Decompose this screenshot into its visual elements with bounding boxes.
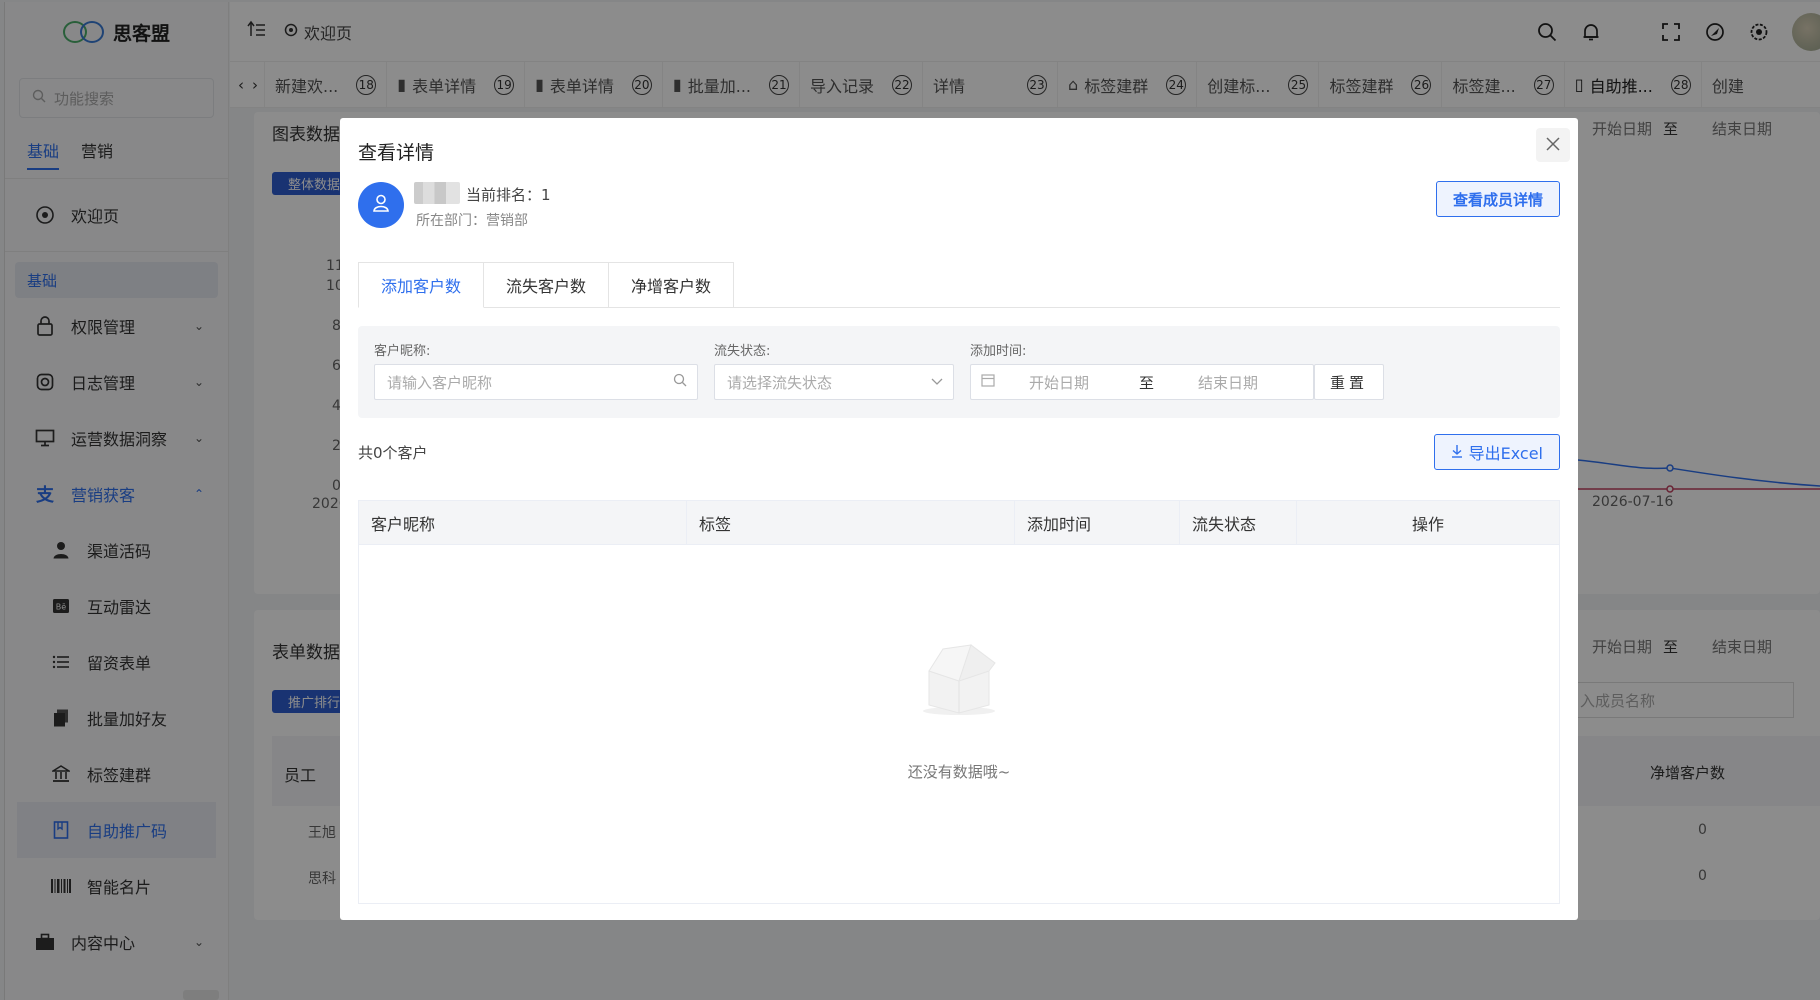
column-actions: 操作 [1411,514,1444,534]
date-separator: 至 [1139,373,1155,392]
department: 所在部门：营销部 [416,213,528,229]
download-icon [1451,443,1463,462]
column-add-time: 添加时间 [1015,501,1180,544]
nickname-label: 客户昵称: [374,344,431,359]
member-name-redacted [414,182,460,204]
column-nickname: 客户昵称 [359,501,687,544]
close-button[interactable] [1536,128,1570,162]
column-tags: 标签 [687,501,1015,544]
start-date[interactable]: 开始日期 [1029,372,1089,393]
modal-title: 查看详情 [358,142,435,164]
add-time-range-picker[interactable]: 开始日期 至 结束日期 [970,364,1314,400]
tab-lost-customers[interactable]: 流失客户数 [484,262,610,308]
tab-net-customers[interactable]: 净增客户数 [609,262,735,308]
view-member-details-button[interactable]: 查看成员详情 [1435,181,1560,217]
status-placeholder: 请选择流失状态 [727,373,833,392]
table-header: 客户昵称 标签 添加时间 流失状态 操作 [359,501,1559,545]
export-label: 导出Excel [1468,444,1543,463]
empty-state: 还没有数据哦~ [359,641,1559,782]
search-icon [673,373,687,391]
reset-button[interactable]: 重置 [1314,364,1384,400]
empty-text: 还没有数据哦~ [907,763,1011,781]
modal-tabs: 添加客户数 流失客户数 净增客户数 [358,262,1560,308]
chevron-down-icon [931,374,943,390]
end-date[interactable]: 结束日期 [1198,372,1258,393]
customer-nickname-input[interactable]: 请输入客户昵称 [374,364,698,400]
detail-modal: 查看详情 当前排名：1 所在部门：营销部 查看成员详情 添加客户数 流失客户数 … [340,118,1578,920]
nickname-placeholder: 请输入客户昵称 [387,373,493,392]
current-rank: 当前排名：1 [466,186,551,204]
close-icon [1546,135,1560,156]
user-icon [371,193,391,217]
status-label: 流失状态: [714,344,771,359]
empty-box-icon [917,641,1001,721]
tab-added-customers[interactable]: 添加客户数 [358,262,485,308]
calendar-icon [981,373,995,391]
filter-panel: 客户昵称: 请输入客户昵称 流失状态: 请选择流失状态 添加时间: 开始日期 至… [358,326,1560,418]
member-avatar [358,182,404,228]
export-excel-button[interactable]: 导出Excel [1433,434,1560,470]
column-lost-status: 流失状态 [1180,501,1297,544]
customer-total: 共0个客户 [358,444,428,462]
lost-status-select[interactable]: 请选择流失状态 [714,364,954,400]
add-time-label: 添加时间: [970,344,1027,359]
customer-table: 客户昵称 标签 添加时间 流失状态 操作 还没有数据哦~ [358,500,1560,904]
